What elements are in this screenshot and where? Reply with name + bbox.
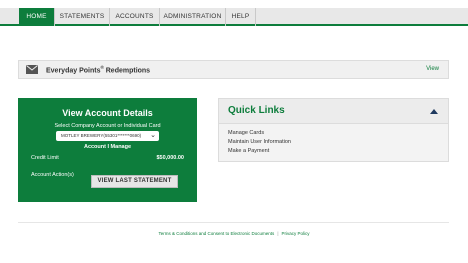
nav-statements-tab[interactable]: STATEMENTS bbox=[55, 8, 110, 26]
envelope-icon bbox=[26, 65, 38, 74]
main-nav: HOME STATEMENTS ACCOUNTS ADMINISTRATION … bbox=[0, 8, 468, 26]
account-select-value: MOTLEY BREWERY(55301*******0690) bbox=[61, 133, 142, 138]
terms-link[interactable]: Terms & Conditions and Consent to Electr… bbox=[159, 231, 275, 236]
nav-administration-tab[interactable]: ADMINISTRATION bbox=[160, 8, 226, 26]
footer: Terms & Conditions and Consent to Electr… bbox=[0, 231, 468, 236]
credit-limit-value: $50,000.00 bbox=[156, 155, 184, 161]
quick-link-maintain-user[interactable]: Maintain User Information bbox=[228, 139, 291, 145]
chevron-down-icon: ⌄ bbox=[150, 132, 156, 139]
privacy-policy-link[interactable]: Privacy Policy bbox=[281, 231, 309, 236]
footer-divider bbox=[18, 222, 449, 223]
quick-links-panel: Quick Links Manage Cards Maintain User I… bbox=[218, 98, 449, 162]
quick-link-manage-cards[interactable]: Manage Cards bbox=[228, 130, 264, 136]
points-view-link[interactable]: View bbox=[426, 66, 439, 72]
nav-help-tab[interactable]: HELP bbox=[226, 8, 256, 26]
points-title: Everyday Points® Redemptions bbox=[46, 65, 151, 75]
collapse-arrow-icon[interactable] bbox=[430, 109, 438, 114]
footer-separator: | bbox=[277, 231, 279, 236]
top-strip bbox=[0, 0, 468, 6]
account-details-panel: View Account Details Select Company Acco… bbox=[18, 98, 197, 202]
nav-home-tab[interactable]: HOME bbox=[19, 8, 55, 26]
account-select-dropdown[interactable]: MOTLEY BREWERY(55301*******0690) ⌄ bbox=[56, 131, 159, 141]
view-last-statement-button[interactable]: VIEW LAST STATEMENT bbox=[91, 175, 178, 188]
account-manage-text: Account I Manage bbox=[83, 144, 132, 150]
account-actions-label: Account Action(s) bbox=[31, 172, 74, 178]
points-redemption-bar: Everyday Points® Redemptions View bbox=[18, 60, 449, 79]
account-panel-title: View Account Details bbox=[62, 108, 153, 118]
quick-link-make-payment[interactable]: Make a Payment bbox=[228, 148, 269, 154]
quick-links-header: Quick Links bbox=[219, 99, 448, 124]
account-select-label: Select Company Account or Individual Car… bbox=[54, 123, 161, 129]
nav-accounts-tab[interactable]: ACCOUNTS bbox=[110, 8, 160, 26]
quick-links-title: Quick Links bbox=[228, 105, 285, 116]
credit-limit-label: Credit Limit bbox=[31, 155, 59, 161]
